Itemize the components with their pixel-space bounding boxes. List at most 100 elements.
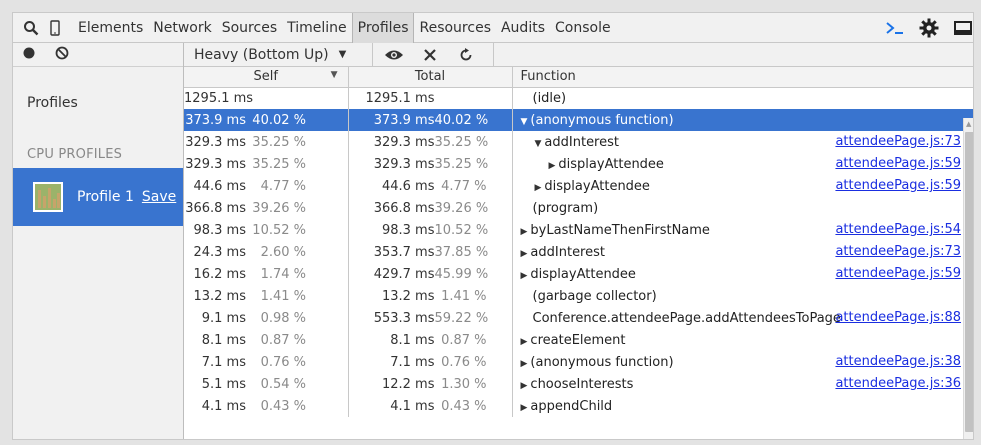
total-percent: 0.43 % [441,398,487,414]
source-link[interactable]: attendeePage.js:59 [835,156,961,171]
collapsed-triangle-icon[interactable]: ▶ [521,359,528,369]
total-cell: 12.2 ms 1.30 % [348,373,513,395]
self-time: 44.6 ms [193,178,246,194]
collapsed-triangle-icon[interactable]: ▶ [535,183,542,193]
self-cell: 329.3 ms 35.25 % [184,131,349,153]
profile-table: Self ▼ Total Function 1295.1 ms 1295.1 ms (… [184,67,973,417]
function-name: addInterest [530,244,605,260]
total-time: 44.6 ms [381,178,435,194]
function-cell: (garbage collector) [512,285,973,307]
table-row[interactable]: 44.6 ms 4.77 % 44.6 ms 4.77 % ▶ displayAttend… [184,175,973,197]
self-time: 329.3 ms [185,156,246,172]
reload-icon[interactable] [451,43,481,67]
profile-item[interactable]: Profile 1 Save [13,168,183,226]
self-time: 8.1 ms [201,332,246,348]
table-row[interactable]: 9.1 ms 0.98 % 553.3 ms59.22 % Conference.at… [184,307,973,329]
source-link[interactable]: attendeePage.js:36 [835,376,961,391]
dock-icon[interactable] [951,13,973,43]
table-row[interactable]: 4.1 ms 0.43 % 4.1 ms 0.43 % ▶ appendChild [184,395,973,417]
self-percent: 40.02 % [252,112,306,128]
table-row[interactable]: 366.8 ms 39.26 % 366.8 ms39.26 % (program) [184,197,973,219]
total-percent: 4.77 % [441,178,487,194]
profiles-sidebar: Profiles CPU PROFILES Profile 1 Save [13,43,184,439]
table-row[interactable]: 7.1 ms 0.76 % 7.1 ms 0.76 % ▶ (anonymous func… [184,351,973,373]
search-icon[interactable] [19,13,43,43]
tab-elements[interactable]: Elements [73,13,148,43]
scrollbar-thumb[interactable] [965,132,973,432]
function-name: chooseInterests [530,376,634,392]
self-cell: 98.3 ms 10.52 % [184,219,349,241]
source-link[interactable]: attendeePage.js:73 [835,244,961,259]
source-link[interactable]: attendeePage.js:59 [835,266,961,281]
total-percent: 37.85 % [434,244,489,260]
tab-timeline[interactable]: Timeline [282,13,352,43]
source-link[interactable]: attendeePage.js:54 [835,222,961,237]
tab-profiles[interactable]: Profiles [351,13,415,43]
source-link[interactable]: attendeePage.js:73 [835,134,961,149]
collapsed-triangle-icon[interactable]: ▶ [521,227,528,237]
profile-save-link[interactable]: Save [142,189,176,205]
total-cell: 353.7 ms37.85 % [348,241,513,263]
collapsed-triangle-icon[interactable]: ▶ [521,249,528,259]
total-percent: 59.22 % [434,310,489,326]
profile-view: Heavy (Bottom Up) ▼ Self ▼ Total Functio… [184,42,973,439]
gear-icon[interactable] [917,13,941,43]
table-row[interactable]: 1295.1 ms 1295.1 ms (idle) [184,87,973,109]
function-name: appendChild [530,398,613,414]
console-drawer-icon[interactable] [883,13,907,43]
device-icon[interactable] [43,13,67,43]
table-row[interactable]: 373.9 ms 40.02 % 373.9 ms40.02 % ▼ (anonymou… [184,109,973,131]
source-link[interactable]: attendeePage.js:38 [835,354,961,369]
source-link[interactable]: attendeePage.js:59 [835,178,961,193]
view-mode-select[interactable]: Heavy (Bottom Up) ▼ [184,42,373,67]
self-cell: 16.2 ms 1.74 % [184,263,349,285]
table-row[interactable]: 329.3 ms 35.25 % 329.3 ms35.25 % ▶ displayAt… [184,153,973,175]
collapsed-triangle-icon[interactable]: ▶ [521,271,528,281]
table-row[interactable]: 24.3 ms 2.60 % 353.7 ms37.85 % ▶ addInterest… [184,241,973,263]
function-name: (anonymous function) [530,354,674,370]
self-time: 5.1 ms [201,376,246,392]
tab-sources[interactable]: Sources [217,13,282,43]
expanded-triangle-icon[interactable]: ▼ [521,117,528,127]
total-time: 8.1 ms [390,332,435,348]
self-percent: 0.98 % [260,310,306,326]
collapsed-triangle-icon[interactable]: ▶ [521,337,528,347]
total-percent: 1.41 % [441,288,487,304]
table-row[interactable]: 98.3 ms 10.52 % 98.3 ms10.52 % ▶ byLastNameT… [184,219,973,241]
table-row[interactable]: 8.1 ms 0.87 % 8.1 ms 0.87 % ▶ createElement [184,329,973,351]
function-name: Conference.attendeePage.addAttendeesToPa… [532,310,841,326]
table-row[interactable]: 13.2 ms 1.41 % 13.2 ms 1.41 % (garbage colle… [184,285,973,307]
self-percent: 0.76 % [260,354,306,370]
column-header-function[interactable]: Function [512,67,973,88]
vertical-scrollbar[interactable]: ▲ [963,118,973,439]
function-name: byLastNameThenFirstName [530,222,710,238]
total-time: 329.3 ms [373,134,435,150]
column-header-total[interactable]: Total [348,67,513,88]
self-time: 1295.1 ms [184,90,254,106]
total-cell: 13.2 ms 1.41 % [348,285,513,307]
clear-icon[interactable] [55,46,69,64]
record-icon[interactable] [23,47,35,63]
eye-icon[interactable] [379,43,409,67]
table-row[interactable]: 329.3 ms 35.25 % 329.3 ms35.25 % ▼ addIntere… [184,131,973,153]
collapsed-triangle-icon[interactable]: ▶ [549,161,556,171]
collapsed-triangle-icon[interactable]: ▶ [521,403,528,413]
column-header-self[interactable]: Self ▼ [184,67,349,88]
total-percent: 35.25 % [434,156,489,172]
table-row[interactable]: 5.1 ms 0.54 % 12.2 ms 1.30 % ▶ chooseInterest… [184,373,973,395]
tab-network[interactable]: Network [148,13,216,43]
tab-resources[interactable]: Resources [414,13,496,43]
total-time: 373.9 ms [373,112,435,128]
close-icon[interactable] [415,43,445,67]
function-cell: ▼ (anonymous function) [512,109,973,131]
source-link[interactable]: attendeePage.js:88 [835,310,961,325]
expanded-triangle-icon[interactable]: ▼ [535,139,542,149]
tab-audits[interactable]: Audits [496,13,550,43]
collapsed-triangle-icon[interactable]: ▶ [521,381,528,391]
tab-console[interactable]: Console [550,13,616,43]
scroll-up-icon[interactable]: ▲ [966,120,971,128]
self-time: 373.9 ms [185,112,246,128]
table-row[interactable]: 16.2 ms 1.74 % 429.7 ms45.99 % ▶ displayAtte… [184,263,973,285]
function-name: (program) [532,200,599,216]
total-cell: 429.7 ms45.99 % [348,263,513,285]
